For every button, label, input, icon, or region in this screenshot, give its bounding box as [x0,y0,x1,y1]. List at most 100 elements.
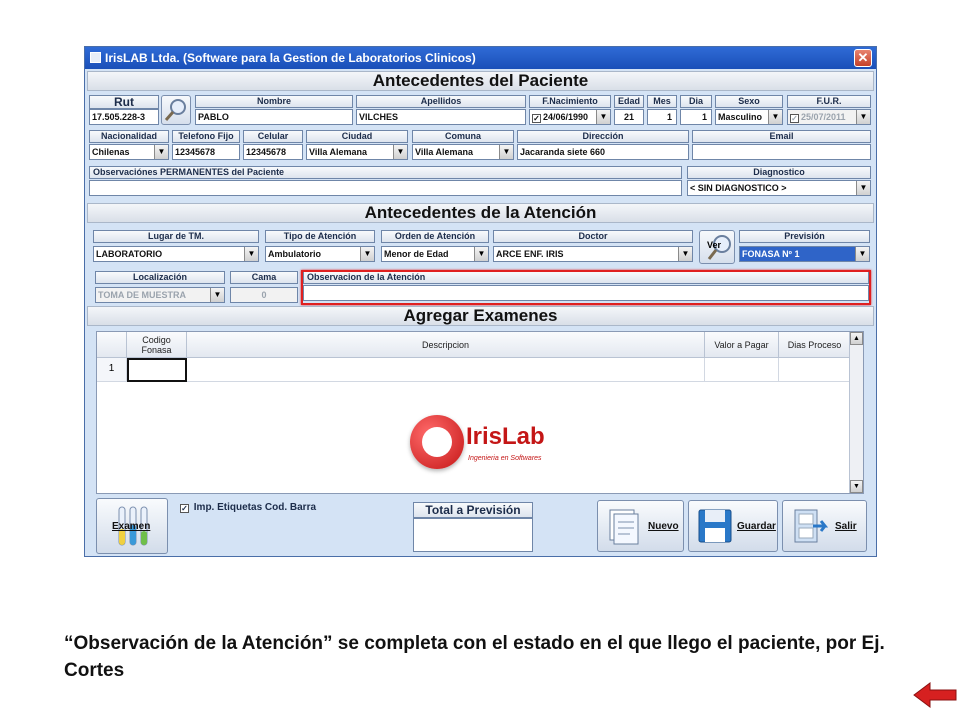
fnac-field[interactable]: ✓ 24/06/1990 ▼ [529,109,611,125]
email-field[interactable] [692,144,871,160]
diagnostico-select[interactable]: < SIN DIAGNOSTICO > ▼ [687,180,871,196]
col-header-descripcion[interactable]: Descripcion [187,332,705,358]
dias-cell[interactable] [779,358,851,382]
nuevo-label: Nuevo [648,521,679,532]
tipo-select[interactable]: Ambulatorio ▼ [265,246,375,262]
chevron-down-icon[interactable]: ▼ [855,247,869,261]
scroll-down-icon[interactable]: ▼ [850,480,863,493]
observaciones-label: Observaciónes PERMANENTES del Paciente [89,166,682,179]
guardar-button[interactable]: Guardar [688,500,778,552]
comuna-select[interactable]: Villa Alemana ▼ [412,144,514,160]
window-title: IrisLAB Ltda. (Software para la Gestion … [105,51,476,65]
codigo-cell[interactable] [127,358,187,382]
chevron-down-icon[interactable]: ▼ [768,110,782,124]
descripcion-cell[interactable] [187,358,705,382]
localizacion-value: TOMA DE MUESTRA [98,290,187,300]
nuevo-button[interactable]: Nuevo [597,500,684,552]
orden-label: Orden de Atención [381,230,489,243]
fur-field[interactable]: ✓ 25/07/2011 ▼ [787,109,871,125]
orden-select[interactable]: Menor de Edad ▼ [381,246,489,262]
chevron-down-icon[interactable]: ▼ [393,145,407,159]
doctor-select[interactable]: ARCE ENF. IRIS ▼ [493,246,693,262]
valor-cell[interactable] [705,358,779,382]
orden-value: Menor de Edad [384,249,449,259]
fur-label: F.U.R. [787,95,871,108]
app-window: IrisLAB Ltda. (Software para la Gestion … [84,46,877,557]
chevron-down-icon[interactable]: ▼ [154,145,168,159]
ver-label: Ver [707,240,722,250]
nacionalidad-value: Chilenas [92,147,130,157]
apellidos-label: Apellidos [356,95,526,108]
app-icon [90,52,101,63]
nacionalidad-select[interactable]: Chilenas ▼ [89,144,169,160]
fnac-label: F.Nacimiento [529,95,611,108]
prevision-select[interactable]: FONASA Nº 1 ▼ [739,246,870,262]
chevron-down-icon[interactable]: ▼ [856,181,870,195]
email-label: Email [692,130,871,143]
direccion-field[interactable]: Jacaranda siete 660 [517,144,689,160]
salir-button[interactable]: Salir [782,500,867,552]
fur-value: 25/07/2011 [801,112,846,122]
tipo-value: Ambulatorio [268,249,321,259]
magnifier-icon [164,99,186,121]
sexo-select[interactable]: Masculino ▼ [715,109,783,125]
ciudad-label: Ciudad [306,130,408,143]
comuna-value: Villa Alemana [415,147,474,157]
tipo-label: Tipo de Atención [265,230,375,243]
col-header-codigo[interactable]: Codigo Fonasa [127,332,187,358]
chevron-down-icon[interactable]: ▼ [678,247,692,261]
ciudad-select[interactable]: Villa Alemana ▼ [306,144,408,160]
grid-corner [97,332,127,358]
edad-field[interactable]: 21 [614,109,644,125]
sexo-value: Masculino [718,112,763,122]
chevron-down-icon[interactable]: ▼ [499,145,513,159]
slide-caption: “Observación de la Atención” se completa… [64,633,885,681]
nombre-field[interactable]: PABLO [195,109,353,125]
telefono-field[interactable]: 12345678 [172,144,240,160]
chevron-down-icon[interactable]: ▼ [596,110,610,124]
chevron-down-icon[interactable]: ▼ [360,247,374,261]
doctor-value: ARCE ENF. IRIS [496,249,564,259]
sexo-label: Sexo [715,95,783,108]
close-icon[interactable]: ✕ [854,49,872,67]
salir-label: Salir [835,521,857,532]
observaciones-field[interactable] [89,180,682,196]
back-arrow-icon[interactable] [912,680,958,710]
chevron-down-icon[interactable]: ▼ [474,247,488,261]
dia-field[interactable]: 1 [680,109,712,125]
localizacion-label: Localización [95,271,225,284]
examen-button[interactable]: Examen [96,498,168,554]
rut-field[interactable]: 17.505.228-3 [89,109,159,125]
mes-field[interactable]: 1 [647,109,677,125]
localizacion-select[interactable]: TOMA DE MUESTRA ▼ [95,287,225,303]
search-patient-button[interactable] [161,95,191,125]
etiquetas-label: Imp. Etiquetas Cod. Barra [193,502,317,513]
chevron-down-icon[interactable]: ▼ [210,288,224,302]
cama-field[interactable]: 0 [230,287,298,303]
save-floppy-icon [698,509,732,543]
ver-doctor-button[interactable]: Ver [699,230,735,264]
exams-section-header: Agregar Examenes [87,306,874,326]
cama-label: Cama [230,271,298,284]
lugar-value: LABORATORIO [96,249,163,259]
fnac-checkbox[interactable]: ✓ [532,114,541,123]
logo-mark [410,415,464,469]
guardar-label: Guardar [737,521,776,532]
diagnostico-value: < SIN DIAGNOSTICO > [690,183,787,193]
col-header-valor[interactable]: Valor a Pagar [705,332,779,358]
comuna-label: Comuna [412,130,514,143]
chevron-down-icon[interactable]: ▼ [856,110,870,124]
scroll-up-icon[interactable]: ▲ [850,332,863,345]
etiquetas-option[interactable]: ✓ Imp. Etiquetas Cod. Barra [180,502,316,513]
fur-checkbox[interactable]: ✓ [790,114,799,123]
apellidos-field[interactable]: VILCHES [356,109,526,125]
celular-field[interactable]: 12345678 [243,144,303,160]
chevron-down-icon[interactable]: ▼ [244,247,258,261]
lugar-select[interactable]: LABORATORIO ▼ [93,246,259,262]
vertical-scrollbar[interactable]: ▲ ▼ [849,332,863,493]
telefono-label: Telefono Fijo [172,130,240,143]
nombre-label: Nombre [195,95,353,108]
etiquetas-checkbox[interactable]: ✓ [180,504,189,513]
col-header-dias[interactable]: Dias Proceso [779,332,851,358]
nacionalidad-label: Nacionalidad [89,130,169,143]
